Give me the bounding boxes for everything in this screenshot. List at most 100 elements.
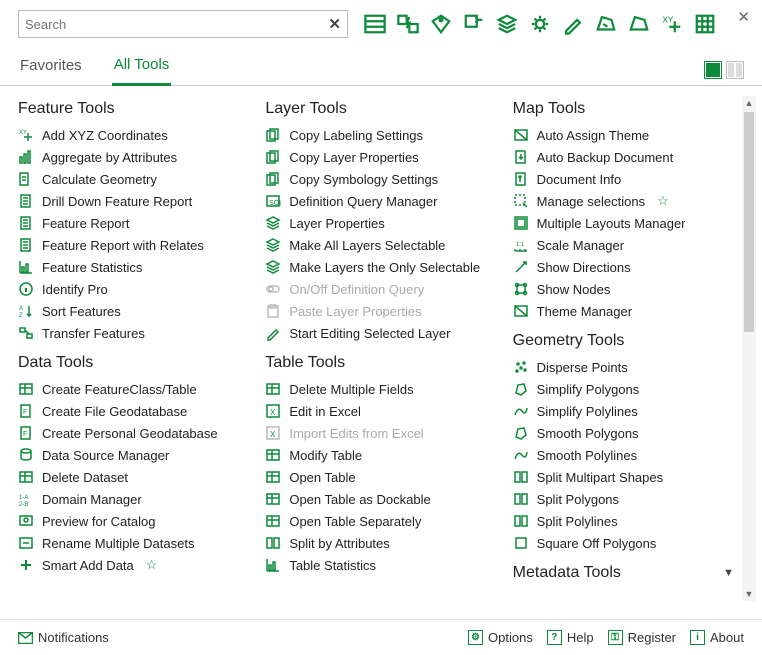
poly1-toolbar-icon[interactable]: 16"> <box>593 11 619 37</box>
help-button[interactable]: ?Help <box>547 630 594 645</box>
gear-toolbar-icon[interactable]: 16"> <box>527 11 553 37</box>
scale-icon: 1:1 <box>513 237 529 253</box>
tool-data-source-manager[interactable]: Data Source Manager <box>18 444 247 466</box>
search-input[interactable] <box>25 17 328 32</box>
scrollbar[interactable]: ▲ ▼ <box>742 96 756 601</box>
bolt-toolbar-icon[interactable]: 16"> <box>395 11 421 37</box>
tool-split-polylines[interactable]: Split Polylines <box>513 510 742 532</box>
tool-domain-manager[interactable]: 1-A2-BDomain Manager <box>18 488 247 510</box>
excel-icon: X <box>265 425 281 441</box>
layers-icon <box>265 259 281 275</box>
tool-auto-assign-theme[interactable]: Auto Assign Theme <box>513 124 742 146</box>
ins-toolbar-icon[interactable]: 16"> <box>461 11 487 37</box>
tool-split-multipart-shapes[interactable]: Split Multipart Shapes <box>513 466 742 488</box>
tool-copy-symbology-settings[interactable]: Copy Symbology Settings <box>265 168 494 190</box>
tab-favorites[interactable]: Favorites <box>18 53 84 84</box>
tool-smooth-polygons[interactable]: Smooth Polygons <box>513 422 742 444</box>
xy-toolbar-icon[interactable]: 16">XY <box>659 11 685 37</box>
tool-simplify-polygons[interactable]: Simplify Polygons <box>513 378 742 400</box>
tool-label: Drill Down Feature Report <box>42 194 192 209</box>
tool-rename-multiple-datasets[interactable]: Rename Multiple Datasets <box>18 532 247 554</box>
options-button[interactable]: ⚙Options <box>468 630 533 645</box>
tool-create-featureclass-table[interactable]: Create FeatureClass/Table <box>18 378 247 400</box>
tool-feature-statistics[interactable]: Feature Statistics <box>18 256 247 278</box>
category-metadata-tools[interactable]: Metadata Tools▼ <box>513 564 742 582</box>
tool-delete-multiple-fields[interactable]: Delete Multiple Fields <box>265 378 494 400</box>
tool-add-xyz-coordinates[interactable]: XYAdd XYZ Coordinates <box>18 124 247 146</box>
panel-toolbar-icon[interactable]: 16"> <box>362 11 388 37</box>
tool-on-off-definition-query: On/Off Definition Query <box>265 278 494 300</box>
tool-label: Theme Manager <box>537 304 632 319</box>
scroll-up-icon[interactable]: ▲ <box>742 96 756 110</box>
tool-aggregate-by-attributes[interactable]: Aggregate by Attributes <box>18 146 247 168</box>
tool-transfer-features[interactable]: Transfer Features <box>18 322 247 344</box>
tool-label: Multiple Layouts Manager <box>537 216 686 231</box>
tool-disperse-points[interactable]: Disperse Points <box>513 356 742 378</box>
tool-auto-backup-document[interactable]: Auto Backup Document <box>513 146 742 168</box>
tool-manage-selections[interactable]: Manage selections☆ <box>513 190 742 212</box>
tool-layer-properties[interactable]: Layer Properties <box>265 212 494 234</box>
tool-open-table-as-dockable[interactable]: Open Table as Dockable <box>265 488 494 510</box>
tool-show-directions[interactable]: Show Directions <box>513 256 742 278</box>
tool-start-editing-selected-layer[interactable]: Start Editing Selected Layer <box>265 322 494 344</box>
tool-label: Auto Backup Document <box>537 150 674 165</box>
tool-smart-add-data[interactable]: Smart Add Data☆ <box>18 554 247 576</box>
poly2-toolbar-icon[interactable]: 16"> <box>626 11 652 37</box>
register-button[interactable]: ⚿Register <box>608 630 676 645</box>
grid-toolbar-icon[interactable]: 16"> <box>692 11 718 37</box>
notifications-button[interactable]: Notifications <box>18 630 109 645</box>
search-box[interactable]: ✕ <box>18 10 348 38</box>
tool-create-personal-geodatabase[interactable]: FCreate Personal Geodatabase <box>18 422 247 444</box>
clear-search-icon[interactable]: ✕ <box>328 15 341 33</box>
tool-square-off-polygons[interactable]: Square Off Polygons <box>513 532 742 554</box>
footer: Notifications ⚙Options ?Help ⚿Register i… <box>0 619 762 655</box>
tool-split-by-attributes[interactable]: Split by Attributes <box>265 532 494 554</box>
edit-toolbar-icon[interactable]: 16"> <box>560 11 586 37</box>
tool-drill-down-feature-report[interactable]: Drill Down Feature Report <box>18 190 247 212</box>
tool-smooth-polylines[interactable]: Smooth Polylines <box>513 444 742 466</box>
tool-multiple-layouts-manager[interactable]: Multiple Layouts Manager <box>513 212 742 234</box>
tool-table-statistics[interactable]: Table Statistics <box>265 554 494 576</box>
tool-open-table-separately[interactable]: Open Table Separately <box>265 510 494 532</box>
category-geometry-tools: Geometry Tools <box>513 332 742 350</box>
tool-feature-report[interactable]: Feature Report <box>18 212 247 234</box>
about-button[interactable]: iAbout <box>690 630 744 645</box>
table-icon <box>18 469 34 485</box>
tool-create-file-geodatabase[interactable]: FCreate File Geodatabase <box>18 400 247 422</box>
scroll-down-icon[interactable]: ▼ <box>742 587 756 601</box>
tool-modify-table[interactable]: Modify Table <box>265 444 494 466</box>
tool-split-polygons[interactable]: Split Polygons <box>513 488 742 510</box>
tool-copy-labeling-settings[interactable]: Copy Labeling Settings <box>265 124 494 146</box>
tool-identify-pro[interactable]: Identify Pro <box>18 278 247 300</box>
layers-toolbar-icon[interactable]: 16"> <box>494 11 520 37</box>
bars-icon <box>18 149 34 165</box>
list-view-toggle[interactable] <box>704 61 722 79</box>
tool-paste-layer-properties: Paste Layer Properties <box>265 300 494 322</box>
tool-feature-report-with-relates[interactable]: Feature Report with Relates <box>18 234 247 256</box>
tool-label: Copy Layer Properties <box>289 150 418 165</box>
scroll-thumb[interactable] <box>744 112 754 332</box>
tool-scale-manager[interactable]: 1:1Scale Manager <box>513 234 742 256</box>
tool-copy-layer-properties[interactable]: Copy Layer Properties <box>265 146 494 168</box>
tool-label: Definition Query Manager <box>289 194 437 209</box>
category-map-tools: Map Tools <box>513 100 742 118</box>
tool-document-info[interactable]: Document Info <box>513 168 742 190</box>
tag-toolbar-icon[interactable]: 16"> <box>428 11 454 37</box>
tool-preview-for-catalog[interactable]: Preview for Catalog <box>18 510 247 532</box>
grid-view-toggle[interactable] <box>726 61 744 79</box>
close-button[interactable]: ✕ <box>737 8 750 26</box>
tool-calculate-geometry[interactable]: Calculate Geometry <box>18 168 247 190</box>
tool-sort-features[interactable]: AZSort Features <box>18 300 247 322</box>
tab-all-tools[interactable]: All Tools <box>112 52 172 86</box>
tool-open-table[interactable]: Open Table <box>265 466 494 488</box>
tool-delete-dataset[interactable]: Delete Dataset <box>18 466 247 488</box>
tool-show-nodes[interactable]: Show Nodes <box>513 278 742 300</box>
tool-theme-manager[interactable]: Theme Manager <box>513 300 742 322</box>
tool-make-layers-the-only-selectable[interactable]: Make Layers the Only Selectable <box>265 256 494 278</box>
tool-make-all-layers-selectable[interactable]: Make All Layers Selectable <box>265 234 494 256</box>
tool-label: Create FeatureClass/Table <box>42 382 197 397</box>
tool-simplify-polylines[interactable]: Simplify Polylines <box>513 400 742 422</box>
tool-edit-in-excel[interactable]: XEdit in Excel <box>265 400 494 422</box>
tool-label: Smooth Polylines <box>537 448 637 463</box>
tool-definition-query-manager[interactable]: SQLDefinition Query Manager <box>265 190 494 212</box>
